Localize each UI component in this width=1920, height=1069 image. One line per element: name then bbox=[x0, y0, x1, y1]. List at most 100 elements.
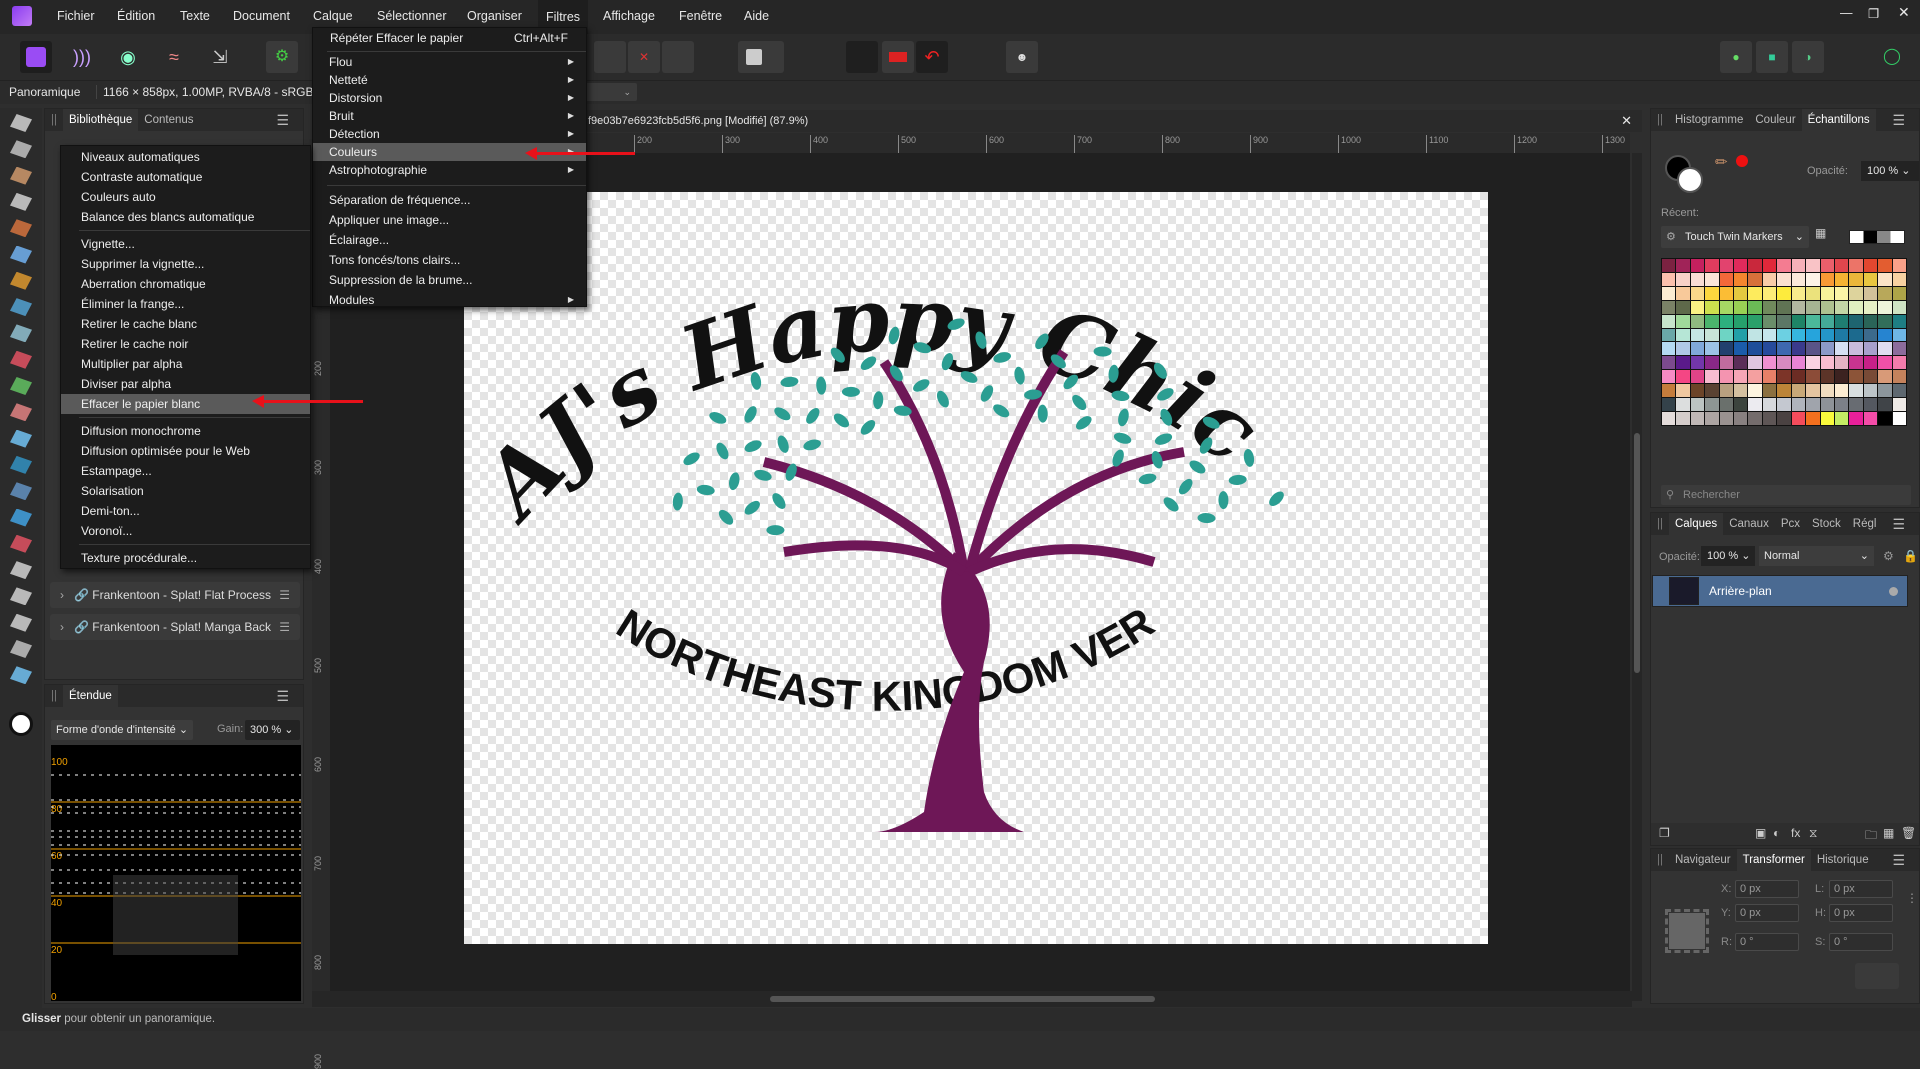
liquify-persona-icon[interactable]: ))) bbox=[66, 41, 98, 73]
live-filter-icon[interactable]: ⧖ bbox=[1809, 826, 1817, 841]
color-swatch[interactable] bbox=[1820, 356, 1834, 370]
color-swatch[interactable] bbox=[1892, 412, 1906, 425]
color-swatch[interactable] bbox=[1834, 412, 1849, 425]
color-swatch[interactable] bbox=[1734, 356, 1748, 370]
color-swatch[interactable] bbox=[1791, 300, 1806, 314]
color-swatch[interactable] bbox=[1762, 272, 1777, 286]
quick-mask-icon[interactable] bbox=[738, 41, 784, 73]
color-swatch[interactable] bbox=[1676, 384, 1690, 398]
color-swatch[interactable] bbox=[1719, 384, 1734, 398]
layer-settings-gear-icon[interactable]: ⚙ bbox=[1883, 549, 1894, 563]
color-swatch[interactable] bbox=[1734, 314, 1748, 328]
color-swatch[interactable] bbox=[1762, 342, 1777, 356]
tab-couleur[interactable]: Couleur bbox=[1749, 109, 1801, 131]
color-swatch[interactable] bbox=[1791, 286, 1806, 300]
submenu-item[interactable]: Contraste automatique bbox=[61, 167, 310, 187]
color-swatch[interactable] bbox=[1748, 384, 1762, 398]
color-swatch[interactable] bbox=[1820, 259, 1834, 272]
tool-icon[interactable] bbox=[10, 403, 32, 422]
color-swatch[interactable] bbox=[1849, 328, 1863, 342]
color-swatch[interactable] bbox=[1863, 259, 1878, 272]
color-swatch[interactable] bbox=[1748, 259, 1762, 272]
color-swatch[interactable] bbox=[1777, 384, 1791, 398]
color-swatch[interactable] bbox=[1777, 342, 1791, 356]
panel-menu-icon[interactable]: ☰ bbox=[270, 109, 295, 131]
menu-item-1[interactable]: Netteté ▶ bbox=[313, 71, 586, 89]
color-swatch[interactable] bbox=[1820, 286, 1834, 300]
color-swatch[interactable] bbox=[1892, 314, 1906, 328]
color-swatch[interactable] bbox=[1734, 398, 1748, 412]
color-swatch[interactable] bbox=[1878, 314, 1892, 328]
color-swatch[interactable] bbox=[1820, 412, 1834, 425]
color-swatch[interactable] bbox=[1734, 259, 1748, 272]
tool-icon[interactable] bbox=[10, 271, 32, 290]
color-swatch[interactable] bbox=[1849, 314, 1863, 328]
color-swatch[interactable] bbox=[1892, 286, 1906, 300]
color-swatch[interactable] bbox=[1748, 314, 1762, 328]
menu-selectionner[interactable]: Sélectionner bbox=[377, 9, 447, 23]
panel-menu-icon[interactable]: ☰ bbox=[1886, 109, 1911, 131]
width-field[interactable]: 0 px bbox=[1829, 880, 1893, 898]
color-swatch[interactable] bbox=[1834, 286, 1849, 300]
color-swatch[interactable] bbox=[1676, 328, 1690, 342]
tool-icon[interactable] bbox=[10, 455, 32, 474]
tool-icon[interactable] bbox=[10, 114, 32, 132]
color-swatch[interactable] bbox=[1705, 398, 1719, 412]
color-swatch[interactable] bbox=[1863, 384, 1878, 398]
menu-aide[interactable]: Aide bbox=[744, 9, 769, 23]
color-swatch[interactable] bbox=[1834, 370, 1849, 384]
snapping-grid-icon[interactable] bbox=[846, 41, 878, 73]
menu-item-filter[interactable]: Suppression de la brume... bbox=[313, 271, 586, 289]
color-swatch[interactable] bbox=[1863, 398, 1878, 412]
submenu-item[interactable]: Estampage... bbox=[61, 461, 310, 481]
color-swatch[interactable] bbox=[1762, 314, 1777, 328]
color-swatch[interactable] bbox=[1690, 398, 1705, 412]
panel-menu-icon[interactable]: ☰ bbox=[1886, 513, 1911, 535]
color-swatch[interactable] bbox=[1705, 356, 1719, 370]
color-swatch[interactable] bbox=[1762, 398, 1777, 412]
color-swatch[interactable] bbox=[1849, 286, 1863, 300]
anchor-point-selector[interactable] bbox=[1665, 909, 1709, 953]
tool-icon[interactable] bbox=[10, 587, 32, 606]
color-swatch[interactable] bbox=[1662, 398, 1676, 412]
color-swatch[interactable] bbox=[1662, 342, 1676, 356]
x-field[interactable]: 0 px bbox=[1735, 880, 1799, 898]
mask-icon[interactable]: ▣ bbox=[1755, 826, 1766, 840]
submenu-item[interactable]: Éliminer la frange... bbox=[61, 294, 310, 314]
document-image[interactable]: AJ's Happy Chick Farm NORTHEAST KINGDOM … bbox=[417, 109, 1488, 944]
secondary-color-well[interactable] bbox=[1677, 167, 1703, 193]
color-swatch[interactable] bbox=[1719, 328, 1734, 342]
vertical-scrollbar[interactable] bbox=[1632, 153, 1642, 1001]
color-swatch[interactable] bbox=[1748, 300, 1762, 314]
color-swatch[interactable] bbox=[1791, 398, 1806, 412]
tab-regl[interactable]: Régl bbox=[1847, 513, 1883, 535]
color-swatch[interactable] bbox=[1892, 259, 1906, 272]
tool-icon[interactable] bbox=[10, 640, 32, 658]
color-swatch[interactable] bbox=[1762, 259, 1777, 272]
maximize-button[interactable]: ❐ bbox=[1868, 6, 1879, 21]
studio-link-icon[interactable]: ■ bbox=[1756, 41, 1788, 73]
color-swatch[interactable] bbox=[1762, 370, 1777, 384]
color-swatch[interactable] bbox=[1791, 356, 1806, 370]
color-swatch[interactable] bbox=[1734, 300, 1748, 314]
invert-selection-icon[interactable] bbox=[662, 41, 694, 73]
color-swatch[interactable] bbox=[1748, 342, 1762, 356]
color-swatch[interactable] bbox=[1820, 328, 1834, 342]
account-icon[interactable]: ◯ bbox=[1876, 41, 1908, 73]
color-swatch[interactable] bbox=[1878, 356, 1892, 370]
submenu-item[interactable]: Retirer le cache blanc bbox=[61, 314, 310, 334]
color-swatch[interactable] bbox=[1734, 412, 1748, 425]
color-swatch[interactable] bbox=[1834, 398, 1849, 412]
color-swatch[interactable] bbox=[1834, 314, 1849, 328]
submenu-item[interactable]: Aberration chromatique bbox=[61, 274, 310, 294]
color-swatch[interactable] bbox=[1690, 259, 1705, 272]
horizontal-scrollbar[interactable] bbox=[312, 991, 1632, 1007]
color-swatch[interactable] bbox=[1863, 314, 1878, 328]
color-swatch[interactable] bbox=[1878, 286, 1892, 300]
fx-icon[interactable]: fx bbox=[1791, 826, 1800, 840]
develop-persona-icon[interactable]: ◉ bbox=[112, 41, 144, 73]
color-swatch[interactable] bbox=[1662, 272, 1676, 286]
color-swatch[interactable] bbox=[1676, 259, 1690, 272]
submenu-item[interactable]: Balance des blancs automatique bbox=[61, 207, 310, 227]
minimize-button[interactable]: — bbox=[1840, 6, 1853, 20]
